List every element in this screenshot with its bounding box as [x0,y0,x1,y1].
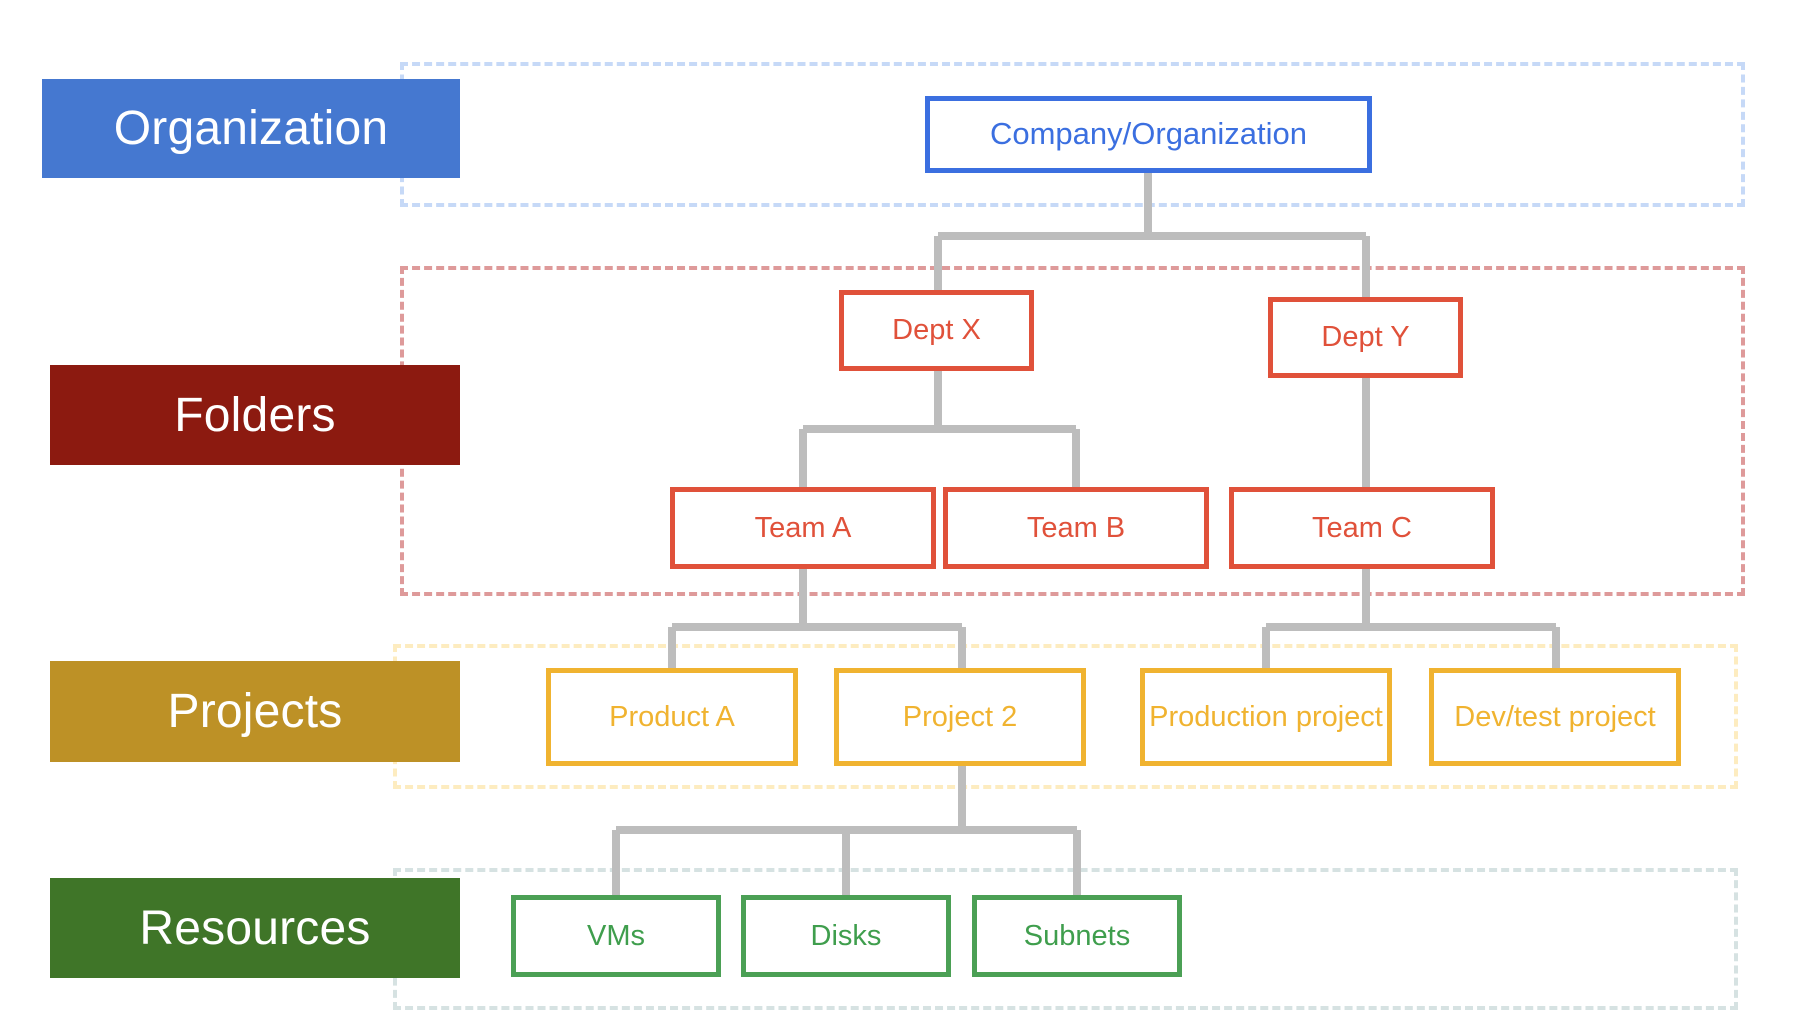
node-team-a[interactable]: Team A [670,487,936,569]
node-devtest-project-label: Dev/test project [1454,700,1656,733]
node-team-c-label: Team C [1312,511,1412,544]
node-disks[interactable]: Disks [741,895,951,977]
node-product-a-label: Product A [609,700,735,733]
node-team-b-label: Team B [1026,511,1126,544]
node-team-b[interactable]: Team B [943,487,1209,569]
node-devtest-project[interactable]: Dev/test project [1429,668,1681,766]
tier-label-resources: Resources [50,878,460,978]
node-dept-x-label: Dept X [892,314,981,347]
node-team-a-label: Team A [754,511,852,544]
tier-label-projects-text: Projects [167,685,343,738]
node-production-project-label: Production project [1149,700,1383,733]
tier-label-organization: Organization [42,79,460,178]
tier-label-folders-text: Folders [174,388,336,442]
node-project-2-label: Project 2 [902,700,1018,733]
tier-label-organization-text: Organization [113,102,389,155]
node-product-a[interactable]: Product A [546,668,798,766]
diagram-canvas: Organization Folders Projects Resources … [0,0,1800,1028]
node-subnets-label: Subnets [1023,919,1131,952]
node-project-2[interactable]: Project 2 [834,668,1086,766]
node-disks-label: Disks [810,919,882,952]
node-dept-y-label: Dept Y [1321,321,1410,354]
node-dept-y[interactable]: Dept Y [1268,297,1463,378]
node-vms-label: VMs [587,919,645,952]
node-subnets[interactable]: Subnets [972,895,1182,977]
node-vms[interactable]: VMs [511,895,721,977]
tier-label-folders: Folders [50,365,460,465]
node-company-organization[interactable]: Company/Organization [925,96,1372,173]
node-team-c[interactable]: Team C [1229,487,1495,569]
node-company-organization-label: Company/Organization [989,116,1308,152]
node-production-project[interactable]: Production project [1140,668,1392,766]
tier-label-resources-text: Resources [139,901,371,955]
tier-label-projects: Projects [50,661,460,762]
node-dept-x[interactable]: Dept X [839,290,1034,371]
